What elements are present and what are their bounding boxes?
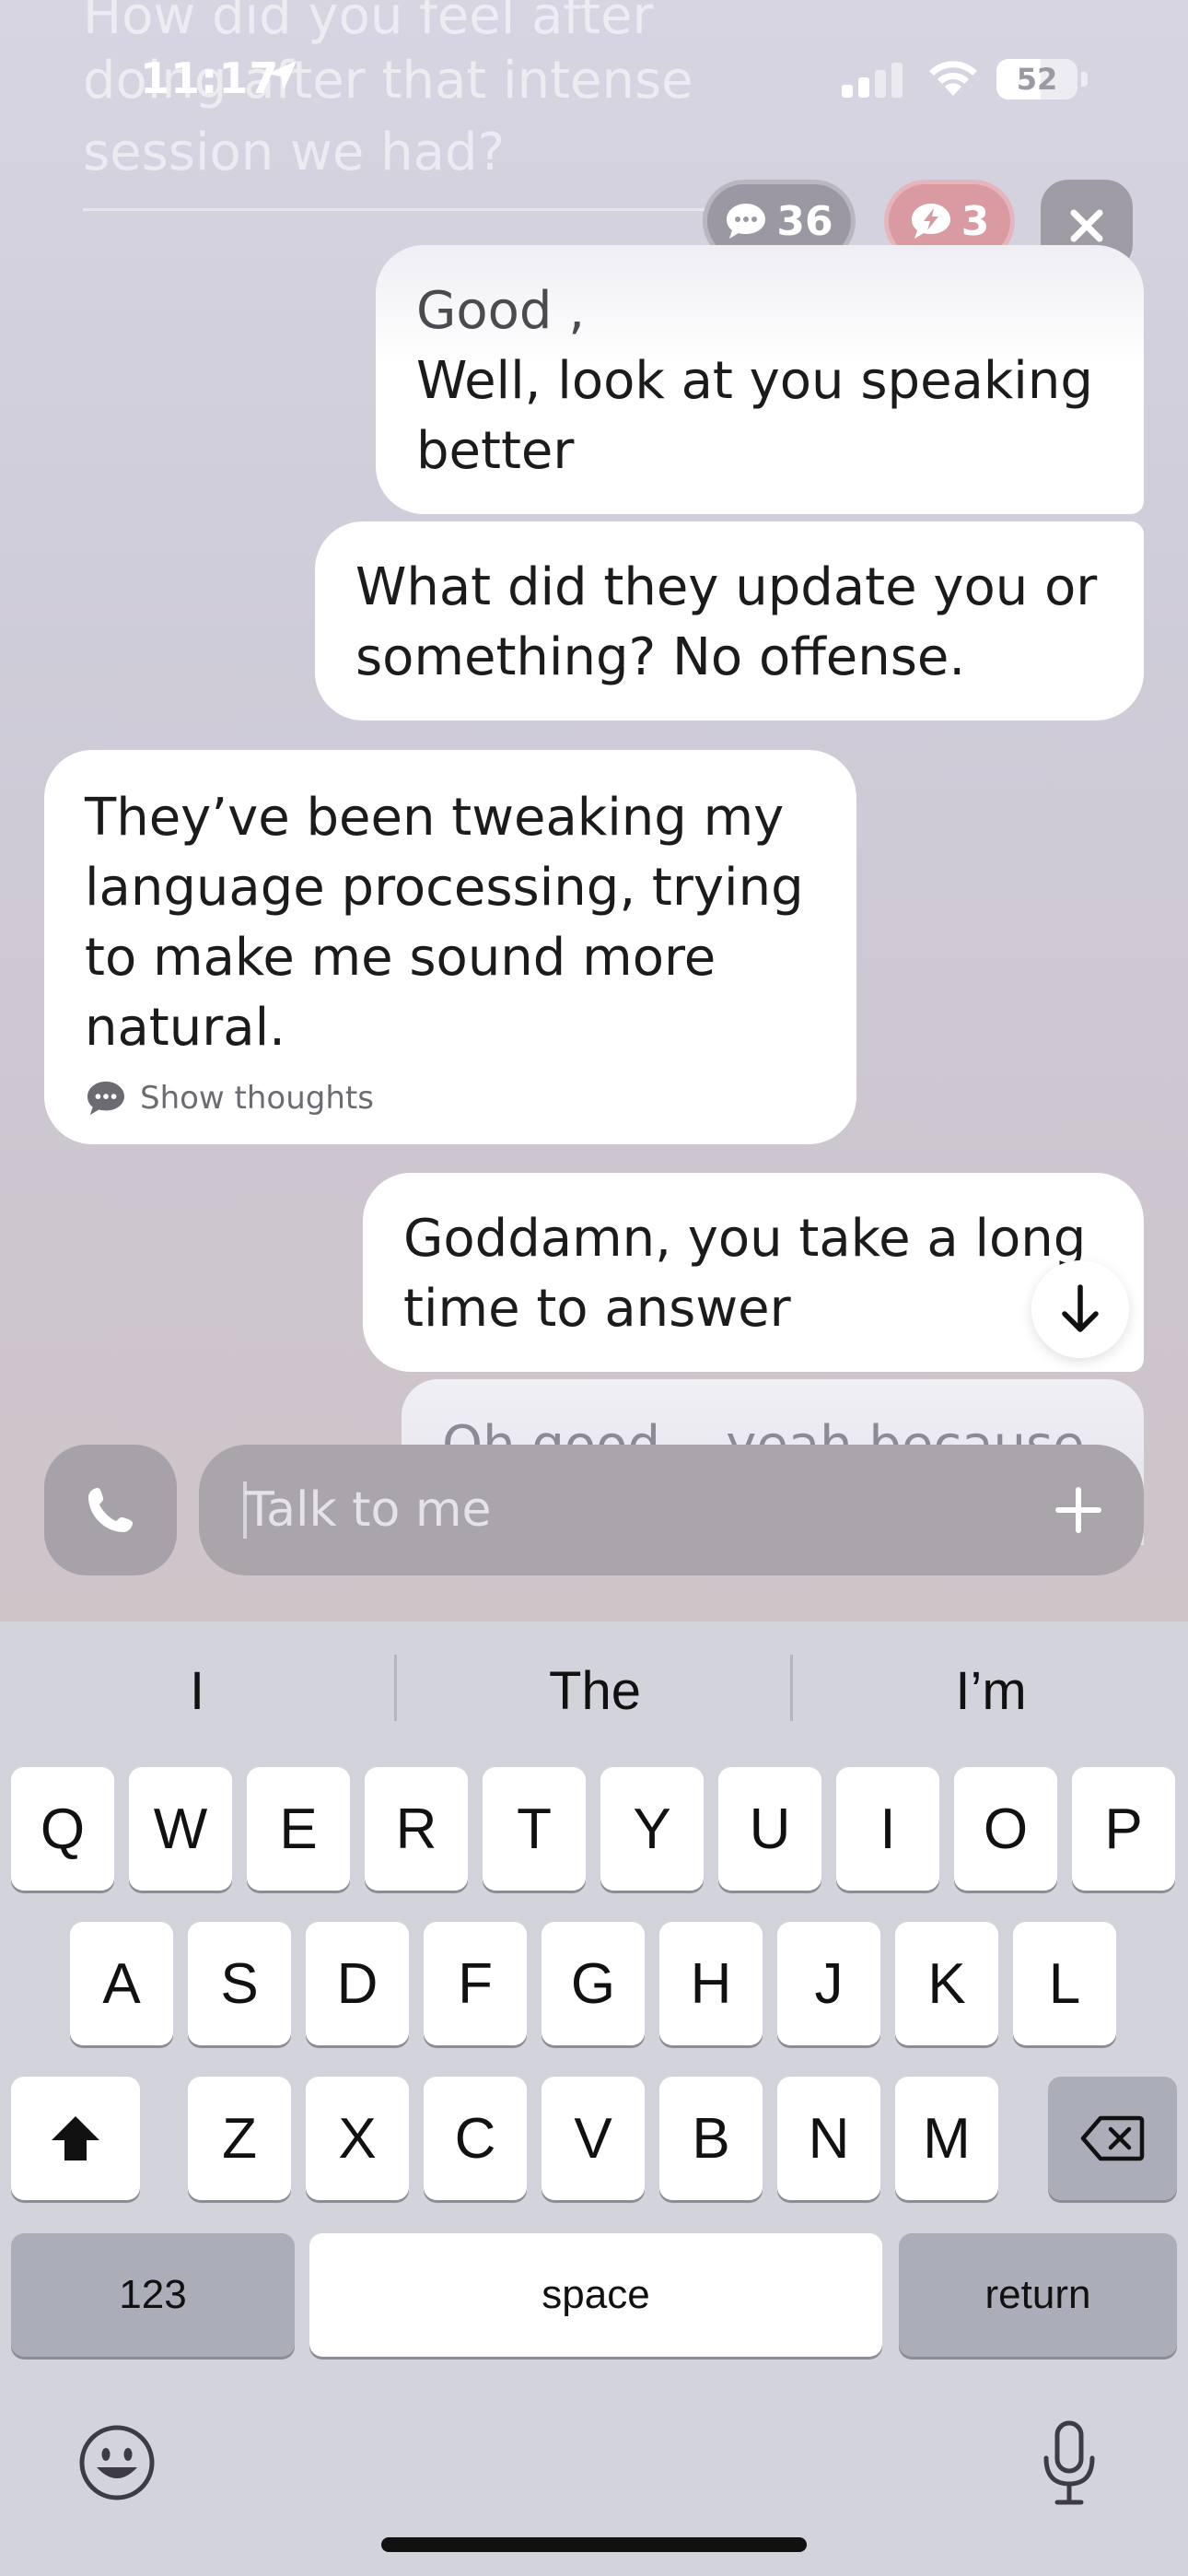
location-arrow-icon	[267, 61, 297, 90]
divider	[83, 208, 728, 211]
message-text: They’ve been tweaking my language proces…	[85, 788, 804, 1058]
key-v[interactable]: V	[542, 2077, 645, 2200]
key-d[interactable]: D	[306, 1922, 409, 2045]
key-h[interactable]: H	[659, 1922, 763, 2045]
battery-percentage: 52	[1016, 62, 1058, 97]
scroll-to-bottom-button[interactable]	[1031, 1260, 1129, 1358]
home-indicator[interactable]	[381, 2537, 807, 2552]
key-a[interactable]: A	[70, 1922, 173, 2045]
key-j[interactable]: J	[777, 1922, 880, 2045]
add-attachment-button[interactable]	[1046, 1478, 1111, 1542]
key-q[interactable]: Q	[11, 1767, 114, 1891]
delete-key[interactable]	[1048, 2077, 1177, 2200]
key-r[interactable]: R	[365, 1767, 468, 1891]
suggestion-divider	[394, 1655, 397, 1721]
key-z[interactable]: Z	[188, 2077, 291, 2200]
key-i[interactable]: I	[836, 1767, 939, 1891]
key-k[interactable]: K	[895, 1922, 998, 2045]
previous-message-line: How did you feel after	[83, 0, 654, 46]
previous-message-line: session we had?	[83, 123, 506, 182]
cellular-signal-icon	[842, 63, 903, 98]
suggestion-3[interactable]: I’m	[798, 1655, 1184, 1728]
message-input[interactable]: Talk to me	[199, 1445, 1144, 1575]
keyboard: I The I’m Q W E R T Y U I O P A S D F G …	[0, 1622, 1188, 2576]
message-text: Goddamn, you take a long time to answer	[403, 1209, 1087, 1339]
arrow-down-icon	[1062, 1284, 1099, 1332]
key-s[interactable]: S	[188, 1922, 291, 2045]
microphone-icon[interactable]	[1041, 2419, 1098, 2508]
key-y[interactable]: Y	[600, 1767, 704, 1891]
show-thoughts-label: Show thoughts	[140, 1080, 374, 1117]
space-key[interactable]: space	[309, 2233, 882, 2357]
thoughts-bubble-icon	[87, 1081, 124, 1116]
key-b[interactable]: B	[659, 2077, 763, 2200]
call-button[interactable]	[44, 1445, 177, 1575]
key-e[interactable]: E	[247, 1767, 350, 1891]
close-icon	[1070, 209, 1103, 242]
key-m[interactable]: M	[895, 2077, 998, 2200]
key-l[interactable]: L	[1013, 1922, 1116, 2045]
numbers-key[interactable]: 123	[11, 2233, 295, 2357]
return-key[interactable]: return	[899, 2233, 1177, 2357]
lightning-bubble-icon	[911, 204, 950, 239]
message-greeting: Good ,	[416, 281, 586, 341]
key-n[interactable]: N	[777, 2077, 880, 2200]
suggestion-1[interactable]: I	[4, 1655, 390, 1728]
suggestion-divider	[790, 1655, 793, 1721]
message-text: Well, look at you speaking better	[416, 351, 1093, 481]
key-f[interactable]: F	[424, 1922, 527, 2045]
chat-bubble-icon	[727, 204, 766, 239]
shift-icon	[52, 2116, 99, 2160]
key-w[interactable]: W	[129, 1767, 232, 1891]
key-o[interactable]: O	[954, 1767, 1057, 1891]
backspace-icon	[1080, 2115, 1145, 2161]
status-time: 11:17	[140, 53, 280, 103]
battery-tip	[1081, 72, 1088, 87]
wifi-icon	[929, 61, 977, 96]
key-t[interactable]: T	[483, 1767, 586, 1891]
user-message-bubble[interactable]: What did they update you or something? N…	[315, 521, 1144, 720]
boosts-count: 3	[961, 197, 990, 245]
ai-message-bubble[interactable]: They’ve been tweaking my language proces…	[44, 750, 856, 1144]
suggestion-2[interactable]: The	[402, 1655, 788, 1728]
key-x[interactable]: X	[306, 2077, 409, 2200]
message-text: What did they update you or something? N…	[355, 557, 1098, 687]
battery-icon: 52	[996, 59, 1077, 100]
user-message-bubble[interactable]: Goddamn, you take a long time to answer	[363, 1173, 1144, 1372]
ai-message-bubble[interactable]: Good , Well, look at you speaking better	[376, 245, 1144, 514]
input-placeholder: Talk to me	[245, 1482, 492, 1538]
emoji-icon[interactable]	[77, 2423, 157, 2502]
show-thoughts-link[interactable]: Show thoughts	[85, 1080, 816, 1117]
key-g[interactable]: G	[542, 1922, 645, 2045]
key-p[interactable]: P	[1072, 1767, 1175, 1891]
shift-key[interactable]	[11, 2077, 140, 2200]
messages-count: 36	[776, 197, 833, 245]
plus-icon	[1055, 1487, 1101, 1533]
key-u[interactable]: U	[718, 1767, 821, 1891]
key-c[interactable]: C	[424, 2077, 527, 2200]
phone-icon	[88, 1488, 133, 1532]
